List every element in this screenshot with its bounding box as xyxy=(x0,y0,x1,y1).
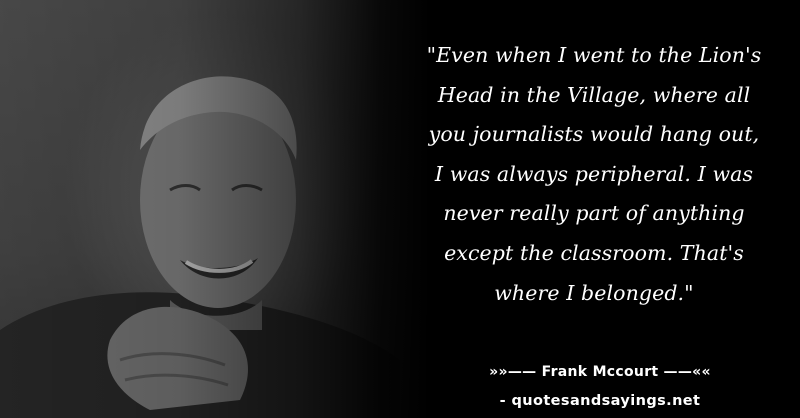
quote-line: except the classroom. That's xyxy=(444,240,744,265)
quote-text: "Even when I went to the Lion's Head in … xyxy=(398,36,790,313)
quote-line: you journalists would hang out, xyxy=(428,122,760,147)
source-watermark: - quotesandsayings.net xyxy=(499,393,701,409)
quote-line: "Even when I went to the Lion's xyxy=(426,43,762,67)
quote-line: Head in the Village, where all xyxy=(437,82,751,107)
portrait-illustration xyxy=(0,76,400,418)
author-attribution: »»—— Frank Mccourt ——«« xyxy=(489,364,711,380)
quote-line: I was always peripheral. I was xyxy=(434,161,754,186)
quote-line: never really part of anything xyxy=(443,201,745,226)
quote-card: "Even when I went to the Lion's Head in … xyxy=(0,0,800,418)
quote-line: where I belonged." xyxy=(494,280,694,305)
portrait-photo xyxy=(0,0,440,418)
